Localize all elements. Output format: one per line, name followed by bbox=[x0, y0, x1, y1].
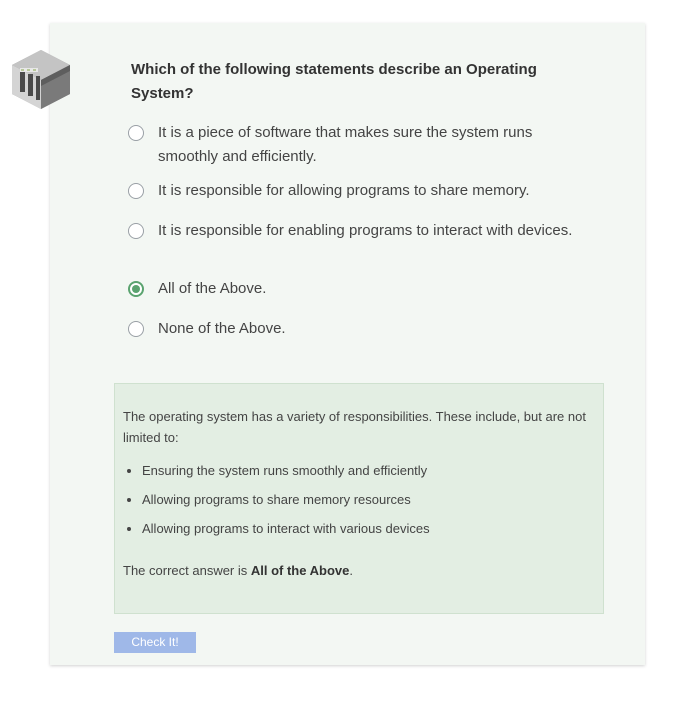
option-label: It is responsible for allowing programs … bbox=[158, 182, 530, 199]
quiz-card: Which of the following statements descri… bbox=[50, 23, 645, 665]
radio-button[interactable] bbox=[128, 321, 144, 337]
feedback-list: Ensuring the system runs smoothly and ef… bbox=[123, 461, 595, 539]
option-4[interactable]: All of the Above. bbox=[128, 277, 588, 301]
answer-options: It is a piece of software that makes sur… bbox=[128, 121, 588, 341]
feedback-bullet: Allowing programs to share memory resour… bbox=[142, 490, 595, 510]
answer-value: All of the Above bbox=[250, 563, 350, 578]
radio-button[interactable] bbox=[128, 125, 144, 141]
page: Which of the following statements descri… bbox=[0, 0, 694, 719]
server-rack-icon bbox=[12, 50, 70, 109]
option-5[interactable]: None of the Above. bbox=[128, 317, 588, 341]
feedback-panel: The operating system has a variety of re… bbox=[114, 383, 604, 614]
correct-answer-text: The correct answer is All of the Above. bbox=[123, 561, 595, 581]
option-2[interactable]: It is responsible for allowing programs … bbox=[128, 179, 588, 203]
check-it-button[interactable]: Check It! bbox=[114, 632, 196, 653]
radio-button[interactable] bbox=[128, 223, 144, 239]
feedback-bullet: Ensuring the system runs smoothly and ef… bbox=[142, 461, 595, 481]
feedback-bullet: Allowing programs to interact with vario… bbox=[142, 519, 595, 539]
answer-prefix: The correct answer is bbox=[123, 563, 251, 578]
radio-button-selected[interactable] bbox=[128, 281, 144, 297]
option-label: It is a piece of software that makes sur… bbox=[158, 124, 533, 165]
option-3[interactable]: It is responsible for enabling programs … bbox=[128, 219, 588, 260]
feedback-intro: The operating system has a variety of re… bbox=[123, 409, 586, 445]
option-label: It is responsible for enabling programs … bbox=[158, 222, 573, 239]
radio-button[interactable] bbox=[128, 183, 144, 199]
answer-suffix: . bbox=[349, 563, 353, 578]
question-text: Which of the following statements descri… bbox=[131, 61, 537, 102]
option-1[interactable]: It is a piece of software that makes sur… bbox=[128, 121, 588, 165]
option-label: None of the Above. bbox=[158, 320, 286, 337]
option-label: All of the Above. bbox=[158, 280, 267, 297]
